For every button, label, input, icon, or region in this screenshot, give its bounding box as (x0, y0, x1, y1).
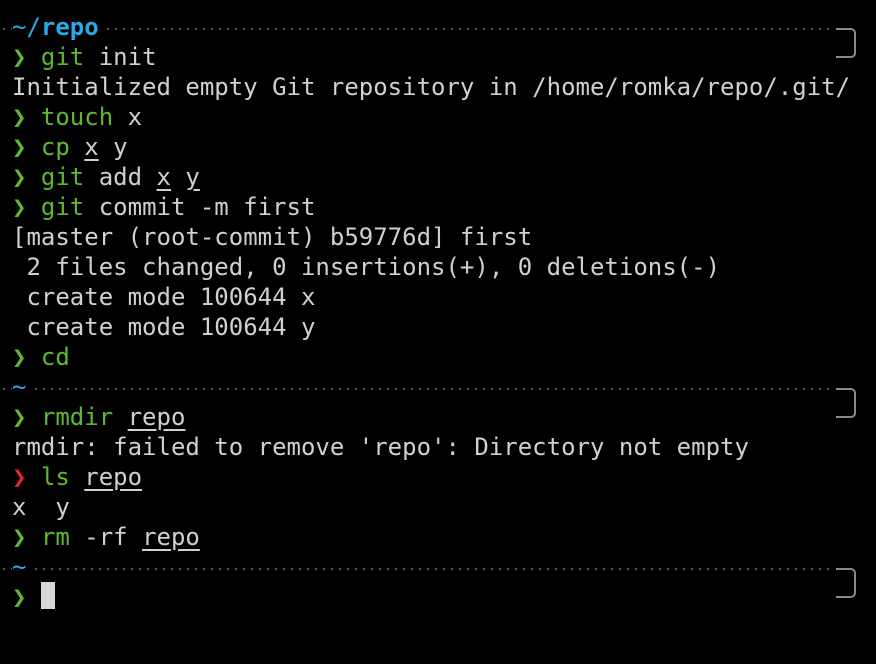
path-argument: x (156, 163, 171, 191)
home-path: ~/ (12, 13, 41, 41)
command-name: cd (40, 343, 70, 371)
prompt-arrow-icon: ❯ (12, 133, 27, 161)
command-name: git (40, 193, 85, 221)
command-args: y (113, 133, 128, 161)
current-directory: repo (40, 13, 99, 41)
command-output: 2 files changed, 0 insertions(+), 0 dele… (12, 253, 721, 281)
command-name: git (40, 163, 85, 191)
home-path: ~ (12, 373, 27, 401)
command-line: ❯ touch x (0, 102, 876, 132)
text-cursor[interactable] (40, 582, 55, 609)
home-path: ~ (12, 553, 27, 581)
command-output: create mode 100644 x (12, 283, 316, 311)
prompt-arrow-icon: ❯ (12, 163, 27, 191)
command-output: rmdir: failed to remove 'repo': Director… (12, 433, 749, 461)
prompt-arrow-icon: ❯ (12, 403, 27, 431)
command-line: ❯ cp x y (0, 132, 876, 162)
command-line: ❯ git init (0, 42, 876, 72)
command-name: rm (40, 523, 70, 551)
command-args: add (84, 163, 157, 191)
command-line: ❯ rm -rf repo (0, 522, 876, 552)
path-argument: repo (127, 403, 186, 431)
command-line: ❯ git add x y (0, 162, 876, 192)
prompt-header: ~/repo (0, 12, 876, 58)
command-name: ls (40, 463, 70, 491)
prompt-arrow-icon: ❯ (12, 103, 27, 131)
separator-dots (0, 28, 832, 30)
command-name: touch (40, 103, 114, 131)
path-argument: x (84, 133, 99, 161)
terminal-window[interactable]: ~/repo ❯ git init Initialized empty Git … (0, 0, 876, 664)
separator-dots (0, 568, 832, 570)
path-argument: repo (142, 523, 200, 551)
path-argument: y (185, 163, 200, 191)
command-output: create mode 100644 y (12, 313, 316, 341)
command-line: ❯ rmdir repo (0, 402, 876, 432)
command-line: ❯ git commit -m first (0, 192, 876, 222)
active-prompt-line[interactable]: ❯ (0, 582, 876, 612)
prompt-header: ~ (0, 372, 876, 418)
command-output: x y (12, 493, 70, 521)
prompt-header: ~ (0, 552, 876, 598)
command-name: cp (40, 133, 70, 161)
path-argument: repo (84, 463, 143, 491)
command-line: ❯ ls repo (0, 462, 876, 492)
command-output: Initialized empty Git repository in /hom… (12, 73, 851, 101)
prompt-arrow-icon: ❯ (12, 523, 27, 551)
command-output: [master (root-commit) b59776d] first (12, 223, 533, 251)
prompt-arrow-error-icon: ❯ (12, 463, 27, 491)
command-name: rmdir (40, 403, 114, 431)
prompt-arrow-icon: ❯ (12, 583, 27, 611)
command-line: ❯ cd (0, 342, 876, 372)
command-args: -rf (69, 523, 143, 551)
command-args: x (113, 103, 143, 131)
prompt-arrow-icon: ❯ (12, 343, 27, 371)
prompt-arrow-icon: ❯ (12, 43, 27, 71)
command-args: init (84, 43, 157, 71)
command-args: commit -m first (84, 193, 316, 221)
command-name: git (40, 43, 85, 71)
prompt-arrow-icon: ❯ (12, 193, 27, 221)
separator-dots (0, 388, 832, 390)
